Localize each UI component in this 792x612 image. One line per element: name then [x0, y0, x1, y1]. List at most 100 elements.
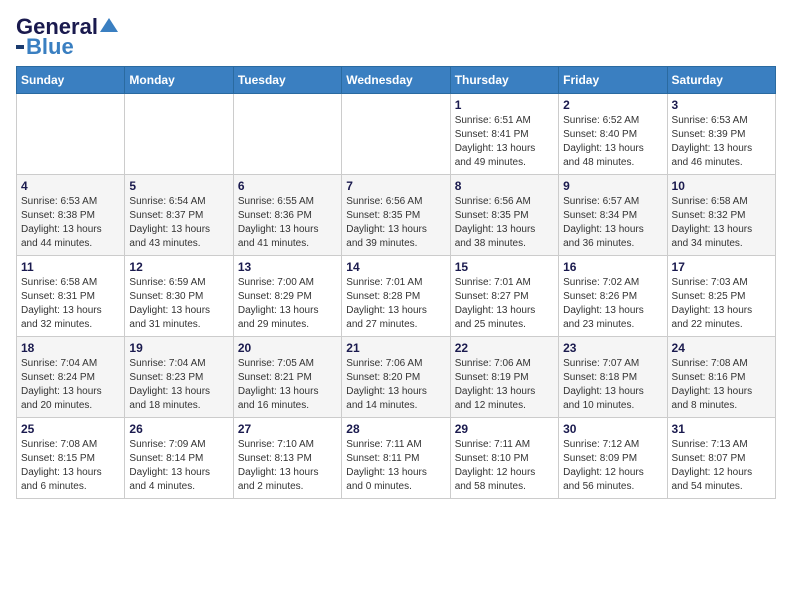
day-cell: 13Sunrise: 7:00 AM Sunset: 8:29 PM Dayli… — [233, 256, 341, 337]
header-cell-friday: Friday — [559, 67, 667, 94]
day-number: 6 — [238, 179, 337, 193]
day-info: Sunrise: 7:05 AM Sunset: 8:21 PM Dayligh… — [238, 357, 337, 413]
day-info: Sunrise: 7:13 AM Sunset: 8:07 PM Dayligh… — [672, 438, 771, 494]
day-number: 14 — [346, 260, 445, 274]
day-cell: 23Sunrise: 7:07 AM Sunset: 8:18 PM Dayli… — [559, 337, 667, 418]
day-cell — [233, 94, 341, 175]
day-cell: 24Sunrise: 7:08 AM Sunset: 8:16 PM Dayli… — [667, 337, 775, 418]
day-number: 9 — [563, 179, 662, 193]
day-number: 20 — [238, 341, 337, 355]
logo: General Blue — [16, 16, 118, 58]
day-info: Sunrise: 7:01 AM Sunset: 8:28 PM Dayligh… — [346, 276, 445, 332]
day-number: 31 — [672, 422, 771, 436]
logo-blue-text: Blue — [26, 36, 74, 58]
day-info: Sunrise: 6:54 AM Sunset: 8:37 PM Dayligh… — [129, 195, 228, 251]
day-cell: 7 Sunrise: 6:56 AM Sunset: 8:35 PM Daylig… — [342, 175, 450, 256]
week-row-2: 4 Sunrise: 6:53 AM Sunset: 8:38 PM Daylig… — [17, 175, 776, 256]
day-cell — [342, 94, 450, 175]
day-cell: 19 Sunrise: 7:04 AM Sunset: 8:23 PM Dayli… — [125, 337, 233, 418]
day-info: Sunrise: 6:55 AM Sunset: 8:36 PM Dayligh… — [238, 195, 337, 251]
header-cell-monday: Monday — [125, 67, 233, 94]
week-row-5: 25Sunrise: 7:08 AM Sunset: 8:15 PM Dayli… — [17, 418, 776, 499]
day-info: Sunrise: 6:56 AM Sunset: 8:35 PM Dayligh… — [455, 195, 554, 251]
header-row: SundayMondayTuesdayWednesdayThursdayFrid… — [17, 67, 776, 94]
header-cell-thursday: Thursday — [450, 67, 558, 94]
day-number: 30 — [563, 422, 662, 436]
week-row-3: 11 Sunrise: 6:58 AM Sunset: 8:31 PM Dayli… — [17, 256, 776, 337]
day-number: 29 — [455, 422, 554, 436]
day-number: 7 — [346, 179, 445, 193]
day-cell: 28 Sunrise: 7:11 AM Sunset: 8:11 PM Dayli… — [342, 418, 450, 499]
day-info: Sunrise: 6:59 AM Sunset: 8:30 PM Dayligh… — [129, 276, 228, 332]
day-cell: 16 Sunrise: 7:02 AM Sunset: 8:26 PM Dayli… — [559, 256, 667, 337]
day-info: Sunrise: 7:02 AM Sunset: 8:26 PM Dayligh… — [563, 276, 662, 332]
day-info: Sunrise: 7:07 AM Sunset: 8:18 PM Dayligh… — [563, 357, 662, 413]
day-number: 22 — [455, 341, 554, 355]
day-info: Sunrise: 6:53 AM Sunset: 8:39 PM Dayligh… — [672, 114, 771, 170]
day-info: Sunrise: 6:56 AM Sunset: 8:35 PM Dayligh… — [346, 195, 445, 251]
day-number: 17 — [672, 260, 771, 274]
day-cell: 12 Sunrise: 6:59 AM Sunset: 8:30 PM Dayli… — [125, 256, 233, 337]
day-number: 4 — [21, 179, 120, 193]
header-cell-saturday: Saturday — [667, 67, 775, 94]
day-cell: 30 Sunrise: 7:12 AM Sunset: 8:09 PM Dayli… — [559, 418, 667, 499]
week-row-1: 1 Sunrise: 6:51 AM Sunset: 8:41 PM Daylig… — [17, 94, 776, 175]
day-info: Sunrise: 7:08 AM Sunset: 8:16 PM Dayligh… — [672, 357, 771, 413]
day-info: Sunrise: 7:04 AM Sunset: 8:24 PM Dayligh… — [21, 357, 120, 413]
day-cell: 25Sunrise: 7:08 AM Sunset: 8:15 PM Dayli… — [17, 418, 125, 499]
day-cell: 27Sunrise: 7:10 AM Sunset: 8:13 PM Dayli… — [233, 418, 341, 499]
day-number: 2 — [563, 98, 662, 112]
day-info: Sunrise: 6:58 AM Sunset: 8:32 PM Dayligh… — [672, 195, 771, 251]
week-row-4: 18 Sunrise: 7:04 AM Sunset: 8:24 PM Dayli… — [17, 337, 776, 418]
day-cell: 1 Sunrise: 6:51 AM Sunset: 8:41 PM Daylig… — [450, 94, 558, 175]
day-info: Sunrise: 7:06 AM Sunset: 8:19 PM Dayligh… — [455, 357, 554, 413]
day-cell: 20 Sunrise: 7:05 AM Sunset: 8:21 PM Dayli… — [233, 337, 341, 418]
day-info: Sunrise: 6:52 AM Sunset: 8:40 PM Dayligh… — [563, 114, 662, 170]
day-number: 27 — [238, 422, 337, 436]
day-number: 18 — [21, 341, 120, 355]
day-info: Sunrise: 7:11 AM Sunset: 8:11 PM Dayligh… — [346, 438, 445, 494]
day-cell: 11 Sunrise: 6:58 AM Sunset: 8:31 PM Dayli… — [17, 256, 125, 337]
day-cell: 8 Sunrise: 6:56 AM Sunset: 8:35 PM Daylig… — [450, 175, 558, 256]
day-number: 11 — [21, 260, 120, 274]
calendar-body: 1 Sunrise: 6:51 AM Sunset: 8:41 PM Daylig… — [17, 94, 776, 499]
day-cell: 21 Sunrise: 7:06 AM Sunset: 8:20 PM Dayli… — [342, 337, 450, 418]
day-info: Sunrise: 7:11 AM Sunset: 8:10 PM Dayligh… — [455, 438, 554, 494]
day-cell: 14 Sunrise: 7:01 AM Sunset: 8:28 PM Dayli… — [342, 256, 450, 337]
day-number: 26 — [129, 422, 228, 436]
day-cell: 5Sunrise: 6:54 AM Sunset: 8:37 PM Daylig… — [125, 175, 233, 256]
day-info: Sunrise: 6:53 AM Sunset: 8:38 PM Dayligh… — [21, 195, 120, 251]
day-cell: 26 Sunrise: 7:09 AM Sunset: 8:14 PM Dayli… — [125, 418, 233, 499]
day-number: 28 — [346, 422, 445, 436]
day-cell: 6 Sunrise: 6:55 AM Sunset: 8:36 PM Daylig… — [233, 175, 341, 256]
day-info: Sunrise: 6:58 AM Sunset: 8:31 PM Dayligh… — [21, 276, 120, 332]
day-cell: 4 Sunrise: 6:53 AM Sunset: 8:38 PM Daylig… — [17, 175, 125, 256]
logo-icon — [100, 16, 118, 34]
day-number: 12 — [129, 260, 228, 274]
day-number: 1 — [455, 98, 554, 112]
day-info: Sunrise: 7:06 AM Sunset: 8:20 PM Dayligh… — [346, 357, 445, 413]
day-cell: 10Sunrise: 6:58 AM Sunset: 8:32 PM Dayli… — [667, 175, 775, 256]
day-info: Sunrise: 7:01 AM Sunset: 8:27 PM Dayligh… — [455, 276, 554, 332]
day-info: Sunrise: 7:09 AM Sunset: 8:14 PM Dayligh… — [129, 438, 228, 494]
day-number: 15 — [455, 260, 554, 274]
day-cell: 9Sunrise: 6:57 AM Sunset: 8:34 PM Daylig… — [559, 175, 667, 256]
day-cell: 31 Sunrise: 7:13 AM Sunset: 8:07 PM Dayli… — [667, 418, 775, 499]
calendar-table: SundayMondayTuesdayWednesdayThursdayFrid… — [16, 66, 776, 499]
day-cell: 17 Sunrise: 7:03 AM Sunset: 8:25 PM Dayli… — [667, 256, 775, 337]
day-number: 8 — [455, 179, 554, 193]
header-cell-wednesday: Wednesday — [342, 67, 450, 94]
day-number: 16 — [563, 260, 662, 274]
day-info: Sunrise: 7:03 AM Sunset: 8:25 PM Dayligh… — [672, 276, 771, 332]
day-info: Sunrise: 7:12 AM Sunset: 8:09 PM Dayligh… — [563, 438, 662, 494]
day-cell: 2 Sunrise: 6:52 AM Sunset: 8:40 PM Daylig… — [559, 94, 667, 175]
day-cell — [125, 94, 233, 175]
day-cell: 3Sunrise: 6:53 AM Sunset: 8:39 PM Daylig… — [667, 94, 775, 175]
day-number: 19 — [129, 341, 228, 355]
header-cell-tuesday: Tuesday — [233, 67, 341, 94]
day-info: Sunrise: 6:51 AM Sunset: 8:41 PM Dayligh… — [455, 114, 554, 170]
header-cell-sunday: Sunday — [17, 67, 125, 94]
day-number: 13 — [238, 260, 337, 274]
day-number: 21 — [346, 341, 445, 355]
day-info: Sunrise: 7:04 AM Sunset: 8:23 PM Dayligh… — [129, 357, 228, 413]
